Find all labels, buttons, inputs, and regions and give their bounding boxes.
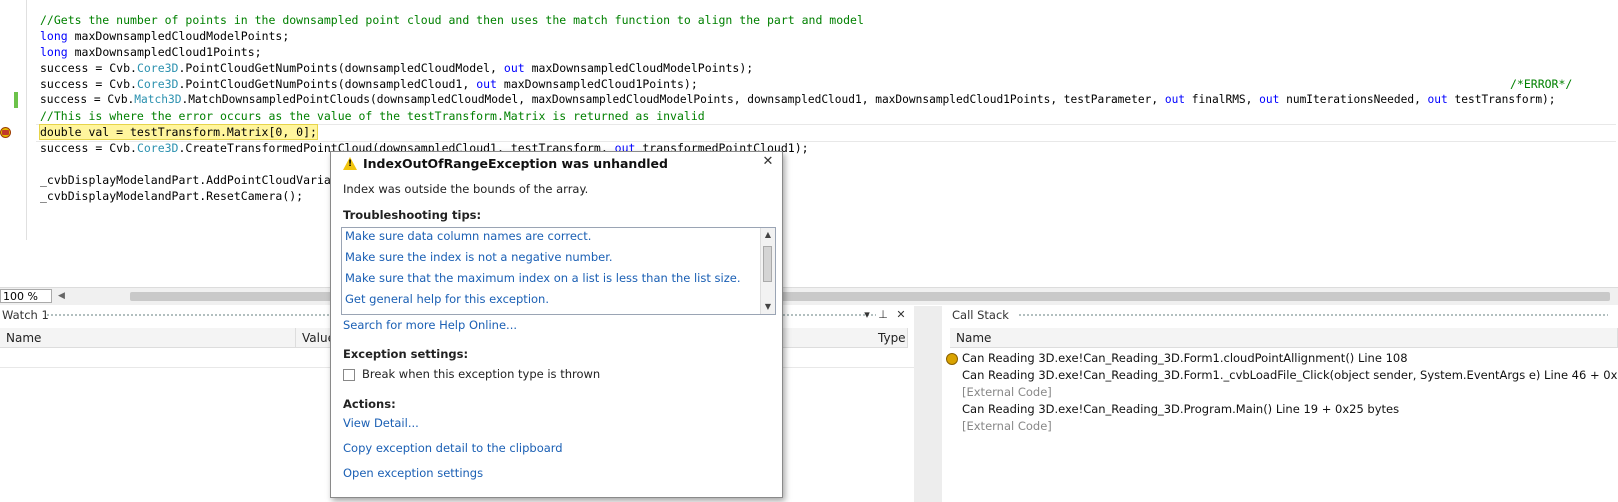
panel-grip[interactable]	[1018, 313, 1608, 318]
type-name: Core3D	[136, 61, 179, 75]
tip-link[interactable]: Make sure the index is not a negative nu…	[345, 250, 613, 264]
code-text: .PointCloudGetNumPoints(downsampledCloud…	[178, 77, 477, 91]
code-line-4: success = Cvb.Core3D.PointCloudGetNumPoi…	[40, 60, 753, 76]
call-stack-panel: Call Stack Name Can Reading 3D.exe!Can_R…	[942, 306, 1618, 502]
scroll-up-arrow-icon[interactable]: ▲	[761, 228, 775, 242]
scroll-down-arrow-icon[interactable]: ▼	[761, 300, 775, 314]
code-line-2: long maxDownsampledCloudModelPoints;	[40, 28, 289, 44]
code-editor[interactable]: //Gets the number of points in the downs…	[0, 0, 1618, 287]
exception-title: IndexOutOfRangeException was unhandled	[363, 156, 668, 171]
highlighted-statement[interactable]: double val = testTransform.Matrix[0, 0];	[39, 124, 318, 140]
call-stack-row[interactable]: [External Code]	[962, 384, 1052, 401]
break-on-exception-label[interactable]: Break when this exception type is thrown	[362, 367, 600, 381]
code-text: finalRMS,	[1185, 93, 1260, 106]
code-line-10: _cvbDisplayModelandPart.AddPointCloudVar…	[40, 173, 331, 187]
actions-title: Actions:	[343, 397, 396, 411]
gutter-divider	[26, 0, 27, 240]
keyword: long	[40, 29, 68, 43]
error-comment: /*ERROR*/	[1510, 77, 1573, 91]
keyword: out	[1259, 93, 1280, 106]
troubleshooting-title: Troubleshooting tips:	[343, 208, 482, 222]
warning-exclamation: !	[348, 159, 353, 169]
code-text: numIterationsNeeded,	[1279, 93, 1428, 106]
code-line-8: double val = testTransform.Matrix[0, 0];	[39, 124, 318, 140]
type-name: Core3D	[136, 77, 179, 91]
call-stack-row[interactable]: Can Reading 3D.exe!Can_Reading_3D.Form1.…	[962, 367, 1618, 384]
tip-link[interactable]: Make sure data column names are correct.	[345, 229, 591, 243]
watch-panel-title: Watch 1	[2, 308, 49, 322]
keyword: out	[476, 77, 497, 91]
search-help-online-link[interactable]: Search for more Help Online...	[343, 318, 517, 332]
exception-arrow-icon	[2, 130, 9, 135]
code-line-11: _cvbDisplayModelandPart.ResetCamera();	[40, 189, 304, 203]
panel-splitter[interactable]	[914, 306, 942, 502]
code-text: maxDownsampledCloud1Points;	[67, 45, 262, 59]
code-line-3: long maxDownsampledCloud1Points;	[40, 44, 262, 60]
tip-link[interactable]: Get general help for this exception.	[345, 292, 549, 306]
call-stack-row[interactable]: Can Reading 3D.exe!Can_Reading_3D.Form1.…	[962, 350, 1408, 367]
call-stack-row[interactable]: [External Code]	[962, 418, 1052, 435]
break-on-exception-checkbox[interactable]	[343, 369, 355, 381]
code-text: success = Cvb.	[40, 77, 137, 91]
popup-header: ! IndexOutOfRangeException was unhandled…	[331, 152, 782, 176]
zoom-level-dropdown[interactable]: 100 %	[0, 289, 52, 303]
code-text: testTransform);	[1447, 93, 1556, 106]
code-line-7: //This is where the error occurs as the …	[40, 109, 705, 123]
close-icon[interactable]: ✕	[894, 308, 908, 322]
keyword: long	[40, 45, 68, 59]
open-exception-settings-link[interactable]: Open exception settings	[343, 466, 483, 480]
code-text: maxDownsampledCloudModelPoints);	[524, 61, 754, 75]
copy-exception-detail-link[interactable]: Copy exception detail to the clipboard	[343, 441, 563, 455]
exception-message: Index was outside the bounds of the arra…	[343, 182, 589, 196]
code-text: .MatchDownsampledPointClouds(downsampled…	[181, 93, 1165, 106]
view-detail-link[interactable]: View Detail...	[343, 416, 419, 430]
editor-status-bar: 100 % ◀	[0, 287, 1618, 305]
code-text: maxDownsampledCloudModelPoints;	[67, 29, 290, 43]
current-frame-arrow-icon	[946, 353, 958, 365]
keyword: out	[1164, 93, 1186, 106]
watch-column-type[interactable]: Type	[872, 328, 908, 348]
tips-scrollbar[interactable]: ▲ ▼	[760, 228, 775, 314]
keyword: out	[503, 61, 525, 75]
code-text: maxDownsampledCloud1Points);	[496, 77, 698, 91]
code-line-6: success = Cvb.Match3D.MatchDownsampledPo…	[40, 92, 1556, 108]
type-name: Core3D	[136, 141, 179, 155]
code-text: success = Cvb.	[40, 93, 135, 106]
code-text: success = Cvb.	[40, 141, 137, 155]
call-stack-column-name[interactable]: Name	[950, 328, 1618, 348]
changed-line-marker	[14, 92, 18, 108]
exception-settings-title: Exception settings:	[343, 347, 469, 361]
keyword: out	[1427, 93, 1448, 106]
type-name: Match3D	[134, 93, 182, 106]
editor-gutter[interactable]	[0, 0, 26, 287]
watch-column-name[interactable]: Name	[0, 328, 296, 348]
call-stack-row[interactable]: Can Reading 3D.exe!Can_Reading_3D.Progra…	[962, 401, 1399, 418]
code-text: success = Cvb.	[40, 61, 137, 75]
code-line-1: //Gets the number of points in the downs…	[40, 13, 864, 27]
tip-link[interactable]: Make sure that the maximum index on a li…	[345, 271, 741, 285]
dropdown-arrow-icon[interactable]: ▾	[860, 308, 874, 322]
pin-icon[interactable]: ⊥	[876, 308, 890, 322]
troubleshooting-tips-list[interactable]: Make sure data column names are correct.…	[341, 227, 776, 315]
call-stack-title: Call Stack	[952, 308, 1009, 322]
code-line-5: success = Cvb.Core3D.PointCloudGetNumPoi…	[40, 76, 698, 92]
scroll-left-arrow-icon[interactable]: ◀	[58, 290, 68, 302]
tips-scrollbar-thumb[interactable]	[763, 246, 772, 282]
code-text: .PointCloudGetNumPoints(downsampledCloud…	[178, 61, 504, 75]
close-icon[interactable]: ✕	[760, 154, 776, 170]
exception-assistant-popup: ! IndexOutOfRangeException was unhandled…	[330, 151, 783, 498]
